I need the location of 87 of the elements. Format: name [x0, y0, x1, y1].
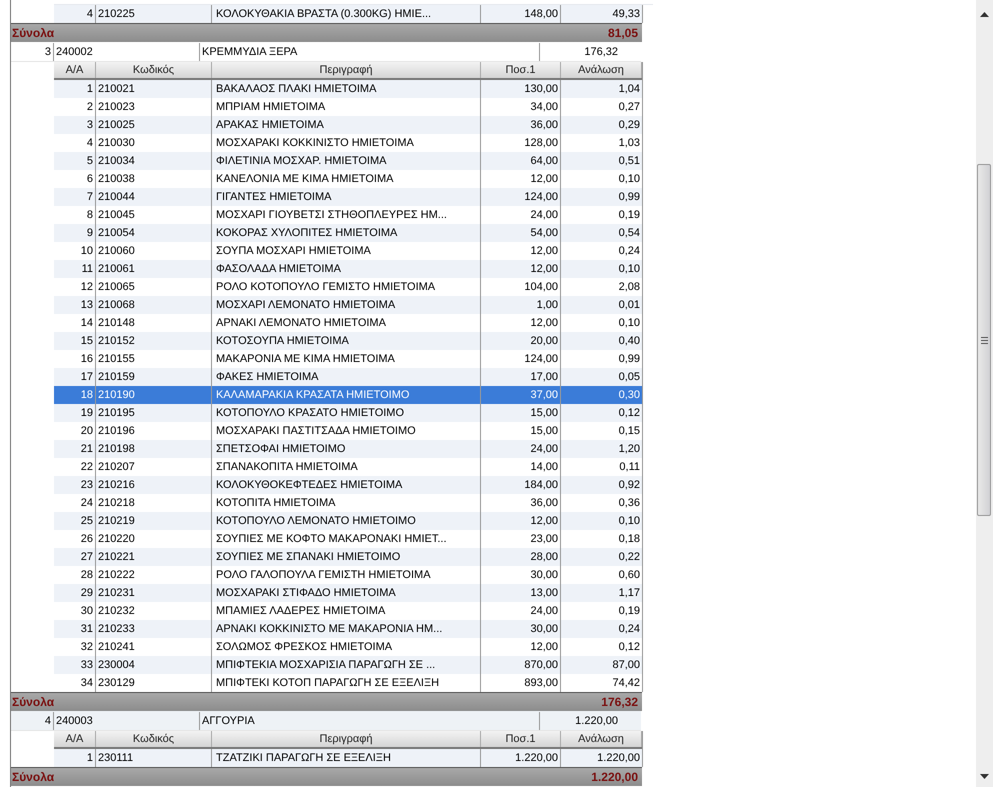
table-row[interactable]: 31 210233 ΑΡΝΑΚΙ ΚΟΚΚΙΝΙΣΤΟ ΜΕ ΜΑΚΑΡΟΝΙΑ ΗΜ... 30,00 0,24 — [54, 620, 642, 638]
consumption-cell-text: 0,19 — [618, 604, 641, 619]
consumption-cell-text: 0,99 — [618, 190, 641, 205]
consumption-cell-text: 0,05 — [618, 370, 641, 385]
column-header[interactable]: Περιγραφή — [212, 62, 481, 78]
table-row[interactable]: 9 210054 ΚΟΚΟΡΑΣ ΧΥΛΟΠΙΤΕΣ ΗΜΙΕΤΟΙΜΑ 54,00 0,54 — [54, 224, 642, 242]
table-row[interactable]: 5 210034 ΦΙΛΕΤΙΝΙΑ ΜΟΣΧΑΡ. ΗΜΙΕΤΟΙΜΑ 64,00 0,51 — [54, 152, 642, 170]
table-row[interactable]: 3 210025 ΑΡΑΚΑΣ ΗΜΙΕΤΟΙΜΑ 36,00 0,29 — [54, 116, 642, 134]
consumption-cell-text: 0,99 — [618, 352, 641, 367]
consumption-cell-text: 0,10 — [618, 514, 641, 529]
consumption-cell-text: 49,33 — [611, 7, 641, 22]
column-header[interactable]: Α/Α — [54, 62, 96, 78]
totals-value: 176,32 — [601, 695, 638, 709]
consumption-cell-text: 0,10 — [618, 262, 641, 277]
master-row[interactable]: 4 240003 ΑΓΓΟΥΡΙΑ 1.220,00 — [11, 711, 641, 731]
consumption-cell-text: 0,36 — [618, 496, 641, 511]
value-cell-text: 1.220,00 — [574, 714, 619, 726]
totals-label: Σύνολα — [12, 695, 54, 709]
table-row[interactable]: 13 210068 ΜΟΣΧΑΡΙ ΛΕΜΟΝΑΤΟ ΗΜΙΕΤΟΙΜΑ 1,00 0,01 — [54, 296, 642, 314]
consumption-cell-text: 0,15 — [618, 424, 641, 439]
consumption-cell-text: 0,27 — [618, 100, 641, 115]
totals-value: 81,05 — [608, 26, 638, 40]
consumption-cell-text: 0,51 — [618, 154, 641, 169]
consumption-cell-text: 0,54 — [618, 226, 641, 241]
totals-label: Σύνολα — [12, 770, 54, 784]
value-cell-text: 176,32 — [583, 46, 619, 58]
row-number-cell: 4 — [11, 712, 54, 730]
consumption-cell-text: 0,29 — [618, 118, 641, 133]
consumption-cell-text: 0,10 — [618, 316, 641, 331]
consumption-cell-text: 0,19 — [618, 208, 641, 223]
consumption-cell-text: 0,18 — [618, 532, 641, 547]
column-header[interactable]: Α/Α — [54, 731, 96, 747]
consumption-cell-text: 74,42 — [611, 676, 641, 691]
row-number-cell: 3 — [11, 42, 54, 60]
table-row[interactable]: 15 210152 ΚΟΤΟΣΟΥΠΑ ΗΜΙΕΤΟΙΜΑ 20,00 0,40 — [54, 332, 642, 350]
code-cell: 240002 — [54, 42, 200, 60]
consumption-cell-text: 0,12 — [618, 406, 641, 421]
consumption-cell-text: 0,30 — [618, 388, 641, 403]
consumption-cell-text: 0,22 — [618, 550, 641, 565]
column-header[interactable]: Κωδικός — [96, 62, 212, 78]
column-header[interactable]: Κωδικός — [96, 731, 212, 747]
consumption-cell-text: 0,24 — [618, 622, 641, 637]
consumption-cell-text: 0,12 — [618, 640, 641, 655]
table-row[interactable]: 17 210159 ΦΑΚΕΣ ΗΜΙΕΤΟΙΜΑ 17,00 0,05 — [54, 368, 642, 386]
description-cell: ΚΡΕΜΜΥΔΙΑ ΞΕΡΑ — [200, 42, 540, 60]
table-row[interactable]: 1 210021 ΒΑΚΑΛΑΟΣ ΠΛΑΚΙ ΗΜΙΕΤΟΙΜΑ 130,00 1,04 — [54, 80, 642, 98]
code-cell: 240003 — [54, 712, 200, 730]
consumption-cell-text: 2,08 — [618, 280, 641, 295]
table-row[interactable]: 7 210044 ΓΙΓΑΝΤΕΣ ΗΜΙΕΤΟΙΜΑ 124,00 0,99 — [54, 188, 642, 206]
table-row[interactable]: 21 210198 ΣΠΕΤΣΟΦΑΙ ΗΜΙΕΤΟΙΜΟ 24,00 1,20 — [54, 440, 642, 458]
consumption-cell-text: 0,60 — [618, 568, 641, 583]
totals-value: 1.220,00 — [591, 770, 638, 784]
master-row[interactable]: 3 240002 ΚΡΕΜΜΥΔΙΑ ΞΕΡΑ 176,32 — [11, 42, 641, 62]
consumption-cell-text: 87,00 — [611, 658, 641, 673]
table-row[interactable]: 1 230111 ΤΖΑΤΖΙΚΙ ΠΑΡΑΓΩΓΗ ΣΕ ΕΞΕΛΙΞΗ 1.220,00 1.220,00 — [54, 749, 642, 767]
consumption-cell-text: 0,10 — [618, 172, 641, 187]
column-header[interactable]: Ανάλωση — [561, 62, 642, 78]
column-header[interactable]: Ανάλωση — [561, 731, 642, 747]
table-row[interactable]: 18 210190 ΚΑΛΑΜΑΡΑΚΙΑ ΚΡΑΣΑΤΑ ΗΜΙΕΤΟΙΜΟ 37,00 0,30 — [54, 386, 642, 404]
scroll-thumb[interactable] — [977, 164, 991, 516]
consumption-cell-text: 1.220,00 — [596, 751, 641, 766]
column-header[interactable]: Ποσ.1 — [481, 731, 561, 747]
description-cell: ΑΓΓΟΥΡΙΑ — [200, 712, 540, 730]
consumption-cell-text: 0,24 — [618, 244, 641, 259]
column-header[interactable]: Περιγραφή — [212, 731, 481, 747]
grip-icon — [980, 336, 988, 344]
consumption-cell-text: 0,92 — [618, 478, 641, 493]
consumption-cell-text: 1,17 — [618, 586, 641, 601]
consumption-cell-text: 1,04 — [618, 82, 641, 97]
consumption-cell-text: 0,40 — [618, 334, 641, 349]
table-row[interactable]: 4 210225 ΚΟΛΟΚΥΘΑΚΙΑ ΒΡΑΣΤΑ (0.300KG) ΗΜΙΕ... 148,00 49,33 — [54, 5, 642, 23]
consumption-cell-text: 1,20 — [618, 442, 641, 457]
table-row[interactable]: 25 210219 ΚΟΤΟΠΟΥΛΟ ΛΕΜΟΝΑΤΟ ΗΜΙΕΤΟΙΜΟ 12,00 0,10 — [54, 512, 642, 530]
scroll-up-icon[interactable] — [980, 12, 989, 17]
totals-label: Σύνολα — [12, 26, 54, 40]
consumption-cell-text: 0,01 — [618, 298, 641, 313]
vertical-scrollbar[interactable] — [976, 0, 993, 787]
consumption-cell-text: 1,03 — [618, 136, 641, 151]
scroll-down-icon[interactable] — [980, 774, 989, 779]
table-row[interactable]: 19 210195 ΚΟΤΟΠΟΥΛΟ ΚΡΑΣΑΤΟ ΗΜΙΕΤΟΙΜΟ 15,00 0,12 — [54, 404, 642, 422]
column-header[interactable]: Ποσ.1 — [481, 62, 561, 78]
table-row[interactable]: 23 210216 ΚΟΛΟΚΥΘΟΚΕΦΤΕΔΕΣ ΗΜΙΕΤΟΙΜΑ 184,00 0,92 — [54, 476, 642, 494]
table-row[interactable]: 27 210221 ΣΟΥΠΙΕΣ ΜΕ ΣΠΑΝΑΚΙ ΗΜΙΕΤΟΙΜΟ 28,00 0,22 — [54, 548, 642, 566]
table-row[interactable]: 33 230004 ΜΠΙΦΤΕΚΙΑ ΜΟΣΧΑΡΙΣΙΑ ΠΑΡΑΓΩΓΗ ΣΕ ... 870,00 87,00 — [54, 656, 642, 674]
consumption-cell-text: 0,11 — [618, 460, 641, 475]
table-row[interactable]: 29 210231 ΜΟΣΧΑΡΑΚΙ ΣΤΙΦΑΔΟ ΗΜΙΕΤΟΙΜΑ 13,00 1,17 — [54, 584, 642, 602]
table-row[interactable]: 11 210061 ΦΑΣΟΛΑΔΑ ΗΜΙΕΤΟΙΜΑ 12,00 0,10 — [54, 260, 642, 278]
